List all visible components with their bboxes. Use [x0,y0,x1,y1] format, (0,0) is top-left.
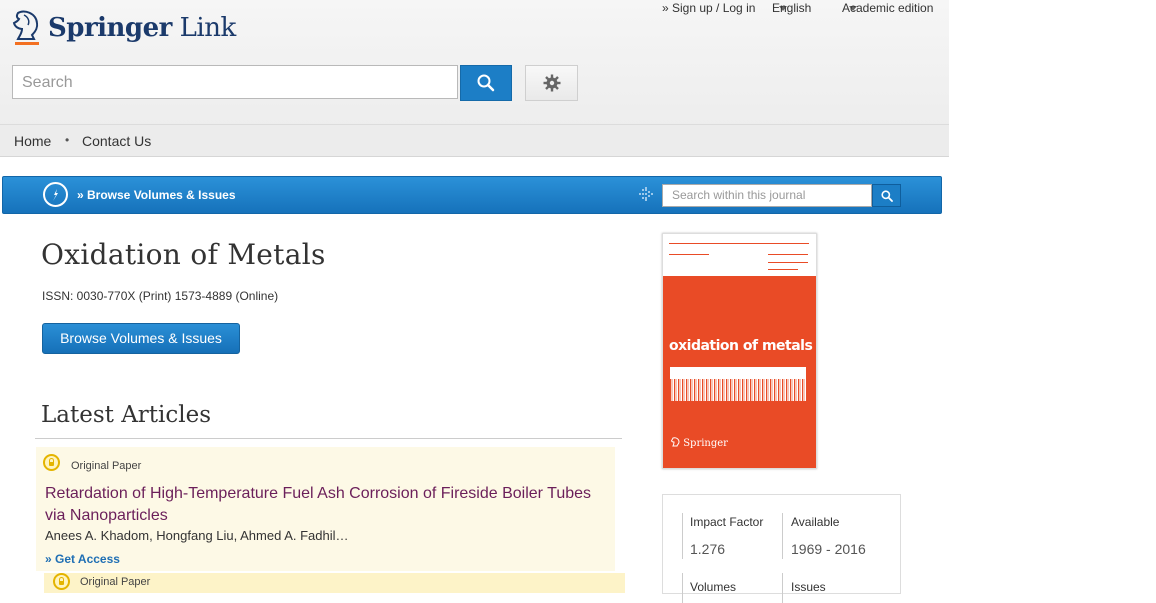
divider [782,513,783,559]
volumes-label: Volumes [690,580,737,594]
cover-band [670,367,806,401]
article-type: Original Paper [80,576,151,588]
nav-separator: • [65,133,70,147]
cover-title: oxidation of metals [669,338,813,354]
journal-search-button[interactable] [872,184,901,207]
impact-factor-value: 1.276 [690,541,726,557]
lock-icon [43,454,60,471]
search-input[interactable]: Search [12,65,458,99]
journal-metrics: Impact Factor 1.276 Available 1969 - 201… [662,494,901,603]
latest-articles-heading: Latest Articles [41,402,212,428]
issues-label: Issues [791,580,826,594]
gear-icon [543,74,560,92]
available-value: 1969 - 2016 [791,541,866,557]
article-item: Original Paper Retardation of High-Tempe… [36,447,615,571]
journal-search-input[interactable]: Search within this journal [662,184,872,207]
search-icon [880,189,893,202]
divider [682,513,683,559]
journal-issn: ISSN: 0030-770X (Print) 1573-4889 (Onlin… [42,289,279,303]
edition-selector[interactable]: Academic edition [842,1,933,15]
site-header: Springer Link » Sign up / Log in English… [0,0,949,157]
available-label: Available [791,515,840,529]
journal-toolbar: » Browse Volumes & Issues Search within … [2,176,942,214]
nav-contact-us[interactable]: Contact Us [82,133,151,149]
browse-volumes-link[interactable]: » Browse Volumes & Issues [77,188,236,202]
cover-publisher-name: Springer [683,438,728,449]
cover-publisher: Springer [671,437,728,449]
cover-text-line [768,254,808,255]
search-icon [477,74,495,92]
nav-home[interactable]: Home [14,133,51,149]
journal-cover-image[interactable]: oxidation of metals Springer [662,233,817,469]
brand-name: Springer Link [48,13,236,43]
lock-icon [53,573,70,590]
divider [782,573,783,603]
brand-name-part2: Link [179,13,237,43]
springer-link-logo[interactable]: Springer Link [10,9,236,47]
article-item: Original Paper [44,573,625,593]
edition-label: Academic edition [842,1,934,15]
get-access-link[interactable]: » Get Access [45,552,120,566]
article-type: Original Paper [71,460,142,472]
language-label: English [772,1,812,15]
cover-text-line [669,254,709,255]
language-selector[interactable]: English [772,1,811,15]
cover-text-line [669,243,809,244]
compass-icon [43,182,68,207]
horse-icon [12,10,39,45]
main-nav: Home • Contact Us [0,124,949,156]
cover-pattern [670,379,806,401]
article-title-link[interactable]: Retardation of High-Temperature Fuel Ash… [45,483,605,527]
cover-text-line [768,262,808,263]
impact-factor-label: Impact Factor [690,515,764,529]
cover-header [663,234,816,276]
search-button[interactable] [460,65,512,101]
brand-name-part1: Springer [48,13,172,43]
arrow-right-icon [639,187,653,201]
horse-icon [671,437,680,447]
divider [682,573,683,603]
search-options-button[interactable] [525,65,578,101]
cover-text-line [768,269,798,270]
divider [35,438,622,439]
article-authors: Anees A. Khadom, Hongfang Liu, Ahmed A. … [45,528,349,543]
browse-volumes-button[interactable]: Browse Volumes & Issues [42,323,240,354]
signup-login-link[interactable]: » Sign up / Log in [662,1,755,15]
journal-title: Oxidation of Metals [41,238,326,271]
